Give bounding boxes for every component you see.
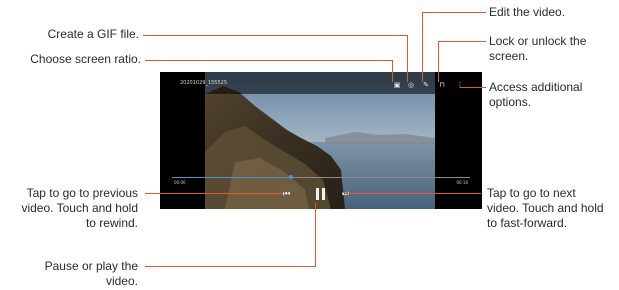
ratio-leader-drop: [392, 60, 393, 82]
elapsed-time: 00:00: [174, 180, 186, 185]
gif-leader-line: [143, 35, 407, 36]
edit-leader-line: [422, 12, 423, 82]
gif-leader-drop: [407, 35, 408, 82]
options-leader-line: [460, 87, 486, 88]
gif-icon[interactable]: ◎: [407, 81, 415, 89]
previous-icon[interactable]: ⏮: [283, 189, 290, 199]
ratio-callout: Choose screen ratio.: [30, 52, 141, 66]
progress-bar[interactable]: [172, 175, 470, 179]
pause-leader-drop: [315, 203, 316, 266]
lock-leader-horizontal: [438, 41, 486, 42]
player-top-bar: 20201029_155525 ▣ ◎ ✎ ⊓ ⋮: [160, 72, 482, 94]
lock-leader-line: [438, 41, 439, 82]
pause-icon[interactable]: [315, 188, 327, 201]
previous-leader-line: [145, 193, 283, 194]
options-callout: Access additional options.: [489, 80, 583, 109]
next-callout: Tap to go to next video. Touch and hold …: [487, 186, 604, 230]
lock-callout: Lock or unlock the screen.: [489, 34, 587, 63]
gif-callout: Create a GIF file.: [47, 27, 139, 41]
ratio-leader-line: [145, 60, 392, 61]
previous-callout: Tap to go to previous video. Touch and h…: [21, 186, 138, 230]
progress-fill: [172, 177, 292, 178]
edit-icon[interactable]: ✎: [422, 81, 430, 89]
total-time: 00:16: [456, 180, 468, 185]
edit-callout: Edit the video.: [489, 5, 566, 19]
pause-leader-horizontal: [145, 266, 316, 267]
lock-icon[interactable]: ⊓: [438, 81, 446, 89]
next-leader-line: [344, 193, 481, 194]
video-player-screen: 20201029_155525 ▣ ◎ ✎ ⊓ ⋮ 00:00 00:16 ⏮ …: [160, 72, 482, 209]
screen-ratio-icon[interactable]: ▣: [393, 81, 401, 89]
next-icon[interactable]: ⏭: [342, 189, 349, 199]
edit-leader-horizontal: [422, 12, 486, 13]
pause-callout: Pause or play the video.: [44, 259, 138, 288]
video-filename: 20201029_155525: [180, 80, 228, 86]
